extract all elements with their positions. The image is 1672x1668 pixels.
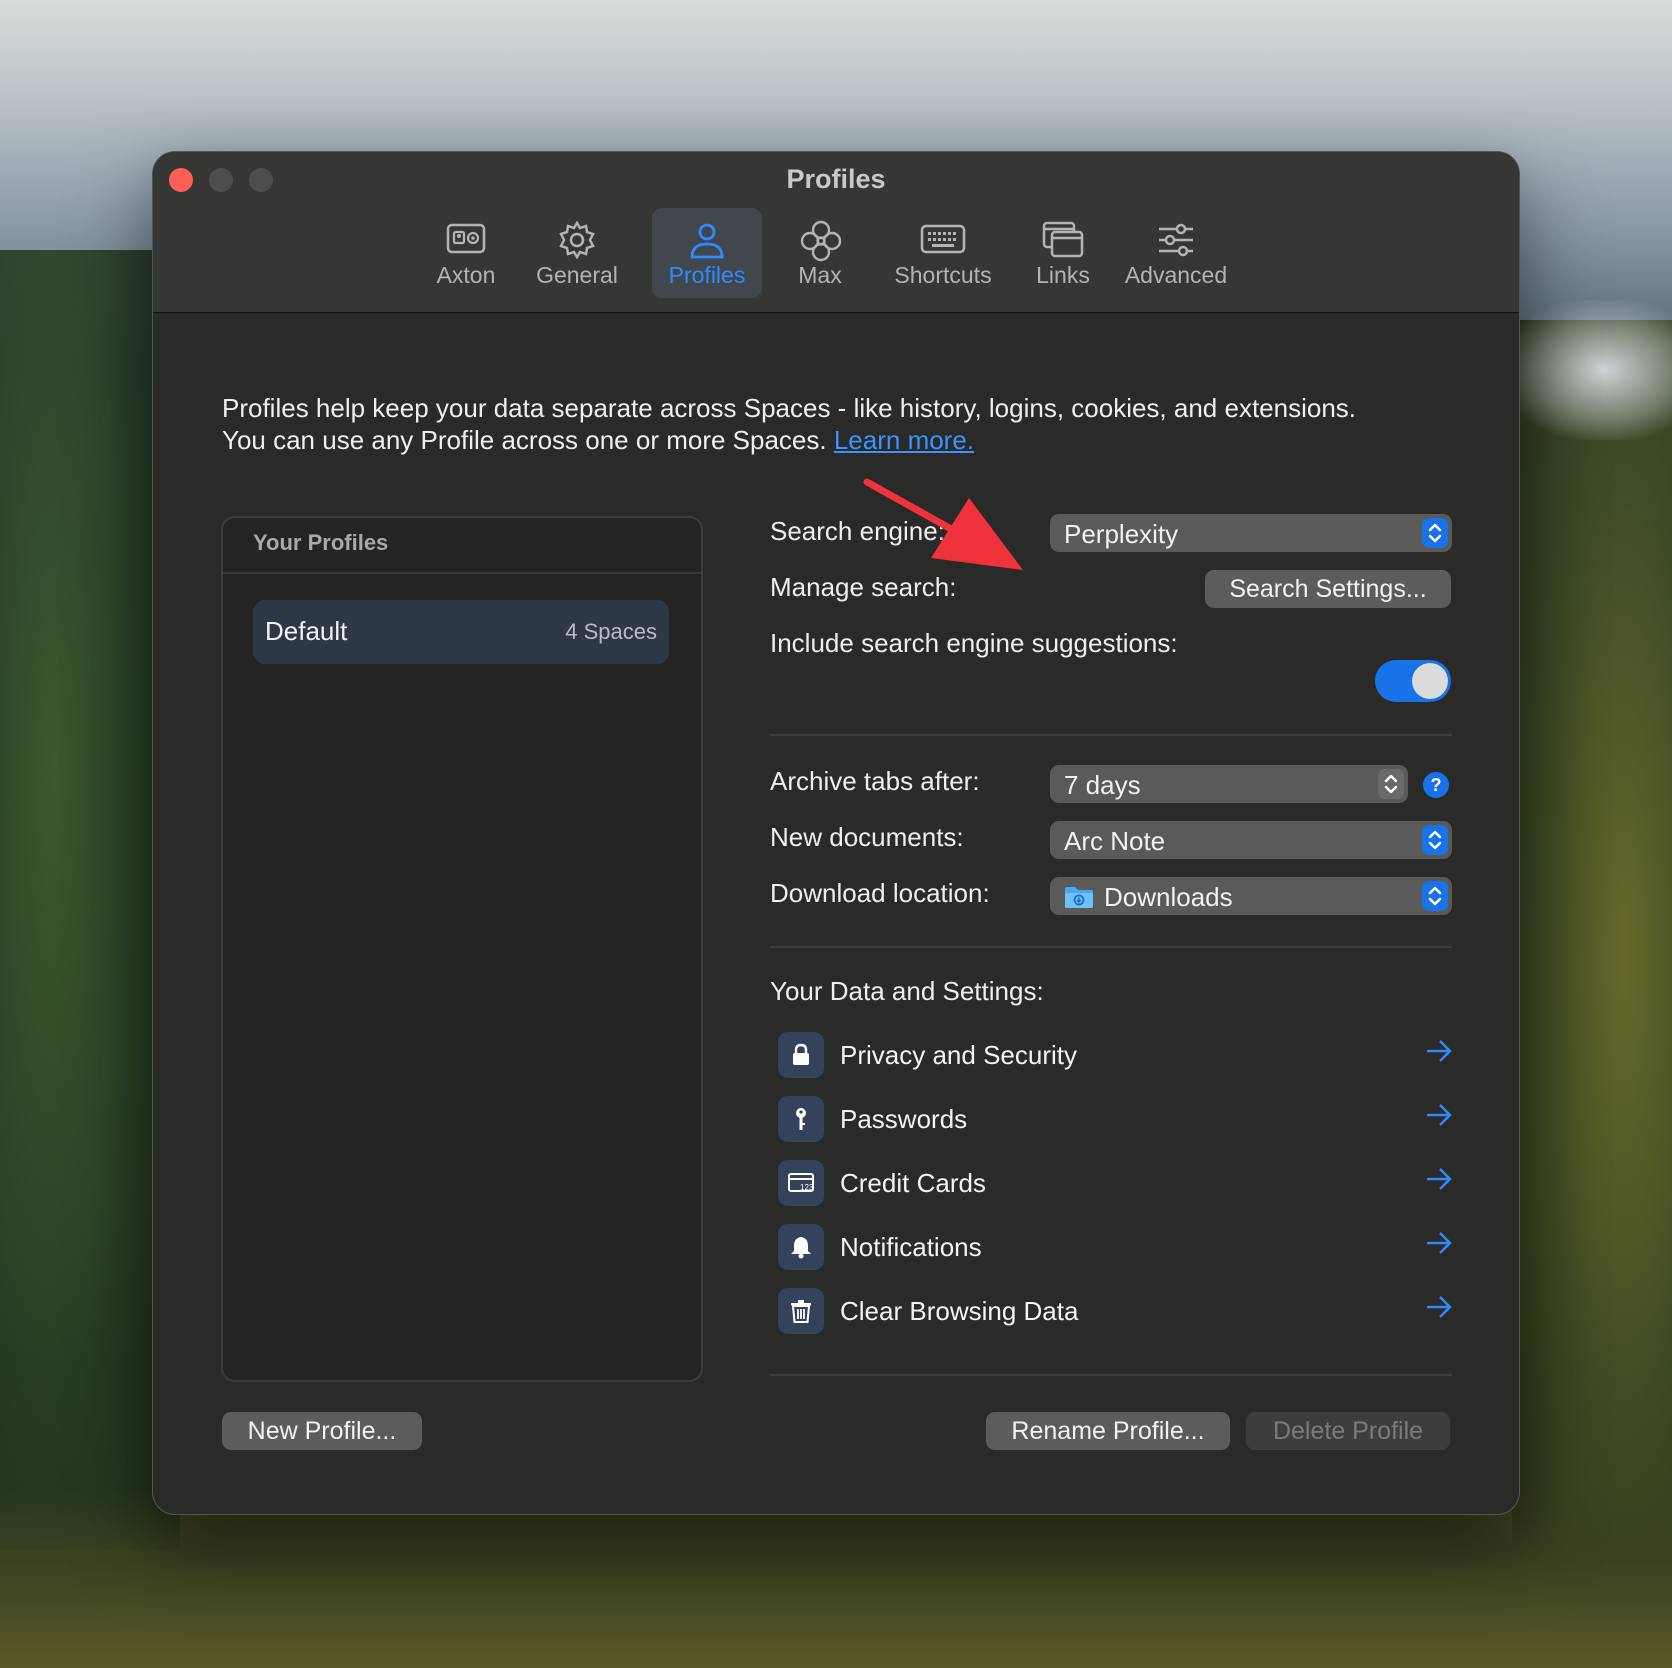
desktop-wallpaper-mist [1502,300,1672,440]
desktop-wallpaper-right [1512,320,1672,1570]
preferences-window: Profiles Axton General Profiles Max Shor… [153,152,1519,1514]
annotation-arrow [863,478,1023,570]
desktop-wallpaper-bottom [0,1488,1672,1668]
